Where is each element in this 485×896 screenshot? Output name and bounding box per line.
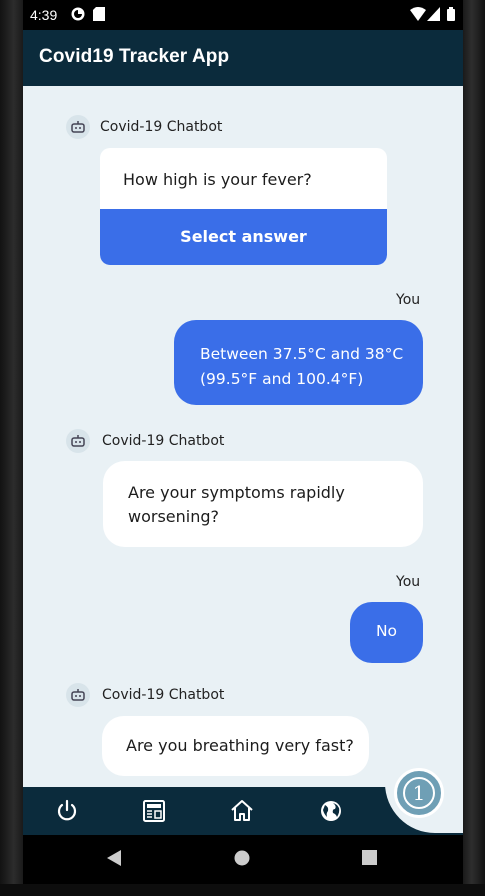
- chatbot-message-line-2: worsening?: [128, 507, 220, 526]
- user-message-bubble: No: [350, 602, 423, 663]
- fab-badge-count: 1: [412, 781, 426, 805]
- recents-icon[interactable]: [362, 850, 377, 865]
- back-icon[interactable]: [107, 850, 121, 866]
- chatbot-message-text: How high is your fever?: [123, 170, 312, 189]
- chat-area[interactable]: Covid-19 Chatbot How high is your fever?…: [23, 86, 463, 787]
- status-time: 4:39: [30, 7, 58, 23]
- user-sender-label: You: [396, 292, 421, 308]
- status-bar: 4:39: [23, 0, 463, 30]
- notification-fab[interactable]: 1: [394, 768, 444, 818]
- user-message-line-1: Between 37.5°C and 38°C: [200, 345, 404, 363]
- battery-icon: [447, 7, 455, 21]
- chatbot-message-bubble: How high is your fever? Select answer: [100, 148, 387, 265]
- signal-icon: [427, 7, 440, 21]
- globe-icon[interactable]: [317, 797, 345, 825]
- chatbot-message-line-1: Are your symptoms rapidly: [128, 483, 345, 502]
- user-sender-label: You: [396, 574, 421, 590]
- device-bezel-right: [463, 0, 485, 896]
- phone-screen: 4:39 Covid19 Tracker App Covid-19 Chatbo…: [23, 0, 463, 884]
- chatbot-avatar-icon: [66, 115, 90, 139]
- device-bezel-left: [0, 0, 23, 896]
- user-message-line-2: (99.5°F and 100.4°F): [200, 370, 364, 388]
- chatbot-sender-label: Covid-19 Chatbot: [100, 119, 223, 135]
- app-title: Covid19 Tracker App: [39, 46, 230, 67]
- chatbot-message-bubble: Are your symptoms rapidly worsening?: [103, 461, 423, 547]
- chatbot-avatar-icon: [66, 429, 90, 453]
- chatbot-message-text: Are you breathing very fast?: [126, 736, 354, 755]
- device-bezel-bottom: [0, 884, 485, 896]
- chatbot-avatar-icon: [66, 683, 90, 707]
- system-nav-bar: [23, 835, 463, 884]
- user-message-text: No: [375, 622, 398, 640]
- news-icon[interactable]: [140, 797, 168, 825]
- home-button-icon[interactable]: [234, 850, 250, 866]
- app-bar: Covid19 Tracker App: [23, 30, 463, 86]
- wifi-icon: [410, 7, 426, 21]
- chatbot-sender-label: Covid-19 Chatbot: [102, 433, 225, 449]
- select-answer-button[interactable]: Select answer: [100, 209, 387, 265]
- home-icon[interactable]: [228, 797, 256, 825]
- sd-card-icon: [93, 7, 105, 21]
- user-message-bubble: Between 37.5°C and 38°C (99.5°F and 100.…: [174, 320, 423, 405]
- game-status-icon: [71, 7, 85, 21]
- chatbot-sender-label: Covid-19 Chatbot: [102, 687, 225, 703]
- power-icon[interactable]: [53, 797, 81, 825]
- chatbot-message-bubble: Are you breathing very fast?: [102, 716, 369, 776]
